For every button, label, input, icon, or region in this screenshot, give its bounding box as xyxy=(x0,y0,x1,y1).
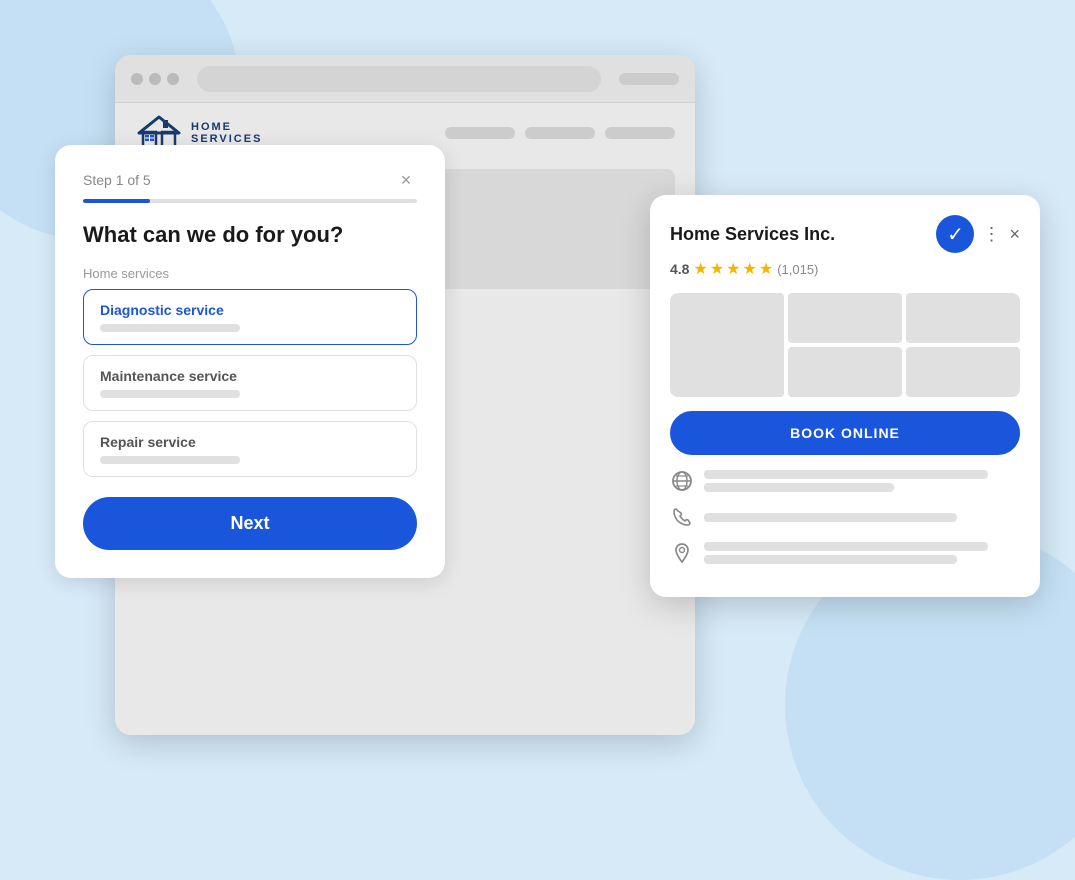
image-placeholder-tall xyxy=(670,293,784,397)
check-icon: ✓ xyxy=(947,222,964,247)
info-line-location-2 xyxy=(704,555,957,564)
star-1: ★ xyxy=(693,259,707,279)
nav-item-1 xyxy=(445,127,515,139)
step-label: Step 1 of 5 xyxy=(83,172,151,188)
step-header: Step 1 of 5 × xyxy=(83,169,417,191)
phone-icon xyxy=(670,505,694,529)
next-button[interactable]: Next xyxy=(83,497,417,550)
business-card-panel: Home Services Inc. ✓ ⋮ × 4.8 ★ ★ ★ ★ ★ (… xyxy=(650,195,1040,597)
progress-bar-background xyxy=(83,199,417,203)
progress-bar-fill xyxy=(83,199,150,203)
browser-toolbar xyxy=(115,55,695,103)
service-option-line-maintenance xyxy=(100,390,240,398)
browser-dot-3 xyxy=(167,73,179,85)
service-option-repair[interactable]: Repair service xyxy=(83,421,417,477)
rating-row: 4.8 ★ ★ ★ ★ ★ (1,015) xyxy=(670,259,1020,279)
info-row-location xyxy=(670,541,1020,565)
info-line-website-2 xyxy=(704,483,894,492)
image-placeholder-4 xyxy=(788,347,902,397)
website-info-lines xyxy=(704,470,1020,492)
browser-address-bar[interactable] xyxy=(197,66,601,92)
step-question: What can we do for you? xyxy=(83,221,417,250)
nav-item-2 xyxy=(525,127,595,139)
service-option-maintenance[interactable]: Maintenance service xyxy=(83,355,417,411)
service-option-title-repair: Repair service xyxy=(100,434,400,450)
book-online-button[interactable]: BOOK ONLINE xyxy=(670,411,1020,455)
image-grid xyxy=(670,293,1020,397)
service-option-title-maintenance: Maintenance service xyxy=(100,368,400,384)
info-row-phone xyxy=(670,505,1020,529)
nav-item-3 xyxy=(605,127,675,139)
services-label: Home services xyxy=(83,266,417,281)
info-line-phone xyxy=(704,513,957,522)
location-info-lines xyxy=(704,542,1020,564)
star-half: ★ xyxy=(759,259,773,279)
star-3: ★ xyxy=(726,259,740,279)
globe-icon xyxy=(670,469,694,493)
stars-container: ★ ★ ★ ★ ★ xyxy=(693,259,773,279)
verified-badge: ✓ xyxy=(936,215,974,253)
service-option-line-diagnostic xyxy=(100,324,240,332)
service-option-diagnostic[interactable]: Diagnostic service xyxy=(83,289,417,345)
logo-text: HOME SERVICES xyxy=(191,121,262,145)
star-4: ★ xyxy=(743,259,757,279)
step-form-card: Step 1 of 5 × What can we do for you? Ho… xyxy=(55,145,445,578)
info-row-website xyxy=(670,469,1020,493)
info-line-location-1 xyxy=(704,542,988,551)
image-placeholder-5 xyxy=(906,347,1020,397)
browser-dot-2 xyxy=(149,73,161,85)
image-placeholder-2 xyxy=(788,293,902,343)
info-line-website-1 xyxy=(704,470,988,479)
phone-info-lines xyxy=(704,513,1020,522)
more-options-icon[interactable]: ⋮ xyxy=(982,224,1001,245)
business-card-header: Home Services Inc. ✓ ⋮ × xyxy=(670,215,1020,253)
image-placeholder-3 xyxy=(906,293,1020,343)
star-2: ★ xyxy=(710,259,724,279)
card-actions: ⋮ × xyxy=(982,224,1020,245)
browser-dot-1 xyxy=(131,73,143,85)
rating-number: 4.8 xyxy=(670,261,689,277)
browser-extra-bar xyxy=(619,73,679,85)
location-icon xyxy=(670,541,694,565)
rating-count: (1,015) xyxy=(777,262,818,277)
browser-dots xyxy=(131,73,179,85)
service-option-title-diagnostic: Diagnostic service xyxy=(100,302,400,318)
business-name: Home Services Inc. xyxy=(670,224,926,245)
service-option-line-repair xyxy=(100,456,240,464)
close-button[interactable]: × xyxy=(395,169,417,191)
card-close-icon[interactable]: × xyxy=(1009,224,1020,245)
